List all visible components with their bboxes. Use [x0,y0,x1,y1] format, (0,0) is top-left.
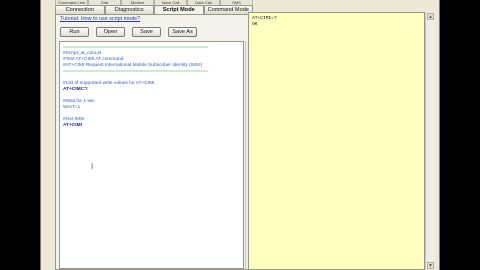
console-line: OK [252,22,258,27]
save-button[interactable]: Save [132,27,161,37]
tutorial-link[interactable]: Tutorial: How to use script mode? [60,16,140,22]
tab-script-mode[interactable]: Script Mode [154,5,204,14]
tab-connection[interactable]: Connection [55,5,105,14]
script-text[interactable]: ========================================… [63,45,240,129]
console-text: AT+CIMI=? OK [252,16,277,28]
script-line: AT+CIMI [63,123,82,128]
scroll-down-arrow-icon[interactable]: ▼ [427,262,434,269]
scroll-up-arrow-icon[interactable]: ▲ [427,13,434,20]
tab-command-mode[interactable]: Command Mode [203,5,253,14]
script-editor[interactable]: ========================================… [59,41,244,269]
save-as-button[interactable]: Save As [168,27,197,37]
tab-diagnostics[interactable]: Diagnostics [104,5,154,14]
script-panel: Tutorial: How to use script mode? Run Op… [55,14,257,270]
open-button[interactable]: Open [96,27,125,37]
text-cursor-icon: I [91,162,94,171]
console-output[interactable]: AT+CIMI=? OK [248,12,425,270]
console-scrollbar[interactable]: ▲ ▼ [425,12,434,270]
tab-bar: Connection Diagnostics Script Mode Comma… [55,5,253,14]
script-toolbar: Run Open Save Save As [60,27,197,37]
run-button[interactable]: Run [60,27,89,37]
